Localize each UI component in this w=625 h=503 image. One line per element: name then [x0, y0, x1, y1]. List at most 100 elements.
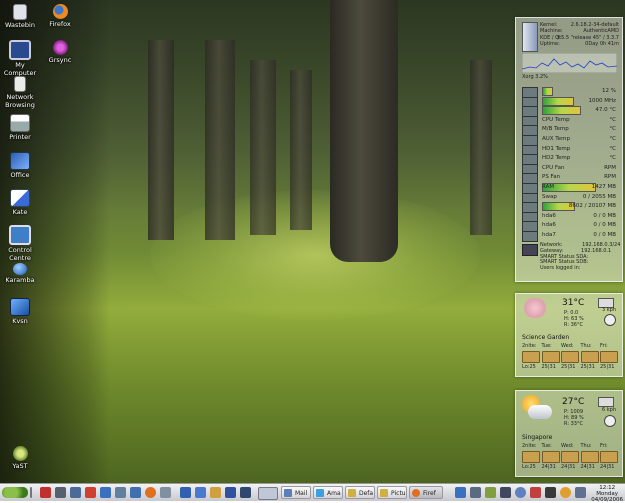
sysmon-row-value: °C	[609, 116, 616, 123]
control-centre-icon	[9, 225, 31, 245]
task-amarok[interactable]: Ama	[313, 486, 343, 499]
office-icon[interactable]	[195, 487, 206, 498]
sysmon-row-value: 47.0 °C	[595, 107, 616, 114]
sysmon-row-value: 0 / 0 MB	[593, 222, 616, 229]
weather-details: P: 0.0 H: 63 % R: 36°C	[564, 310, 584, 328]
task-mail[interactable]: Mail	[281, 486, 311, 499]
desktop-icon-karamba[interactable]: Karamba	[0, 263, 40, 284]
desktop-icon-label: YaST	[12, 462, 28, 470]
desktop-icon-my-computer[interactable]: My Computer	[0, 40, 40, 77]
desktop-icon-wastebin[interactable]: Wastebin	[0, 4, 40, 29]
desktop-icon-firefox[interactable]: Firefox	[40, 4, 80, 28]
app-launcher-icon[interactable]	[40, 487, 51, 498]
mail-icon	[284, 489, 292, 497]
home-folder-icon[interactable]	[85, 487, 96, 498]
task-firefox[interactable]: Firef	[409, 486, 443, 499]
tools-icon[interactable]	[210, 487, 221, 498]
tray-power-icon[interactable]	[530, 487, 541, 498]
sysmon-row-label: PS Fan	[542, 174, 561, 181]
network-manager-icon[interactable]	[115, 487, 126, 498]
sysmon-row: CPU Temp °C	[522, 115, 618, 127]
image-viewer-icon[interactable]	[225, 487, 236, 498]
desktop-icon-office[interactable]: Office	[0, 152, 40, 179]
firefox-icon	[52, 4, 68, 19]
clock[interactable]: 12:12 Monday 04/09/2006	[591, 485, 623, 503]
sysmon-row-value: 8602 / 20107 MB	[568, 203, 616, 210]
desktop-icon-label: Printer	[9, 133, 31, 141]
task-pictures[interactable]: Pictu	[377, 486, 407, 499]
sysmon-row-value: 0 / 2055 MB	[582, 193, 616, 200]
forecast-day: Fri:	[600, 443, 608, 449]
tray-display-icon[interactable]	[500, 487, 511, 498]
desktop-icon-control-centre[interactable]: Control Centre	[0, 225, 40, 262]
usage-bar	[542, 106, 581, 116]
help-icon[interactable]	[130, 487, 141, 498]
desktop-icon-printer[interactable]: Printer	[0, 114, 40, 141]
sysmon-row-label: Swap	[542, 193, 557, 200]
mail-icon[interactable]	[160, 487, 171, 498]
forecast-day: Thu:	[580, 343, 592, 349]
sysmon-row: hda6 0 / 0 MB	[522, 211, 618, 223]
sysmon-row-value: °C	[609, 155, 616, 162]
weather-location: Science Garden	[522, 334, 570, 341]
server-icon	[522, 22, 538, 52]
sysmon-row-label: RAM	[542, 184, 555, 190]
sysmon-row: 1000 MHz	[522, 96, 618, 108]
desktop-icon-label: Grsync	[48, 56, 72, 64]
sysmon-row-value: 1427 MB	[591, 184, 616, 190]
taskbar[interactable]: Mail Ama Defa Pictu Firef 12:12 Monday 0…	[0, 483, 625, 503]
top-process-label: Xorg 3.2%	[522, 74, 548, 80]
sysmon-row: hda7 0 / 0 MB	[522, 231, 618, 242]
desktop-icon[interactable]	[70, 487, 81, 498]
sysmon-row: HD2 Temp °C	[522, 154, 618, 166]
printer-icon	[10, 114, 30, 132]
sysmon-row-value: °C	[609, 136, 616, 142]
desktop-icon-kate[interactable]: Kate	[0, 189, 40, 216]
forecast-condition-icon	[561, 351, 579, 363]
screen-icon[interactable]	[240, 487, 251, 498]
grsync-icon	[52, 40, 68, 55]
task-default[interactable]: Defa	[345, 486, 375, 499]
forecast-day: Wed:	[561, 343, 574, 349]
desktop-icon-label: Network Browsing	[5, 93, 35, 109]
editor-icon[interactable]	[180, 487, 191, 498]
terminal-icon[interactable]	[55, 487, 66, 498]
desktop-icon-kvsn[interactable]: Kvsn	[0, 298, 40, 325]
weather-panel-science-garden[interactable]: 31°C P: 0.0 H: 63 % R: 36°C 3 kph Science …	[515, 293, 623, 377]
forecast-range: 25|31	[561, 364, 576, 370]
karamba-icon	[13, 263, 27, 275]
firefox-icon[interactable]	[145, 487, 156, 498]
sysmon-row-value: RPM	[604, 174, 616, 181]
sysmon-row: AUX Temp °C	[522, 135, 618, 146]
weather-panel-singapore[interactable]: 27°C P: 1009 H: 89 % R: 33°C 6 kph Singapo…	[515, 390, 623, 477]
weather-forecast: 2nite: Lo:25 Tue: 24|31 Wed: 24|31 Thu: 24|31 Fr…	[520, 443, 620, 473]
forecast-condition-icon	[541, 451, 560, 463]
weather-refresh-icon[interactable]	[598, 397, 614, 407]
tray-weather-icon[interactable]	[560, 487, 571, 498]
tray-volume-icon[interactable]	[575, 487, 586, 498]
forecast-range: Lo:25	[522, 364, 536, 370]
forecast-range: 25|31	[580, 364, 595, 370]
desktop-icon-yast[interactable]: YaST	[0, 446, 40, 470]
forecast-condition-icon	[600, 451, 618, 463]
desktop-icon-label: Karamba	[5, 276, 35, 284]
tray-network-icon[interactable]	[455, 487, 466, 498]
tray-updater-icon[interactable]	[485, 487, 496, 498]
tray-audio-icon[interactable]	[515, 487, 526, 498]
weather-forecast: 2nite: Lo:25 Tue: 25|31 Wed: 25|31 Thu: 25|31 Fr…	[520, 343, 620, 373]
forecast-day: Fri:	[600, 343, 608, 349]
konqueror-icon[interactable]	[100, 487, 111, 498]
sysmon-row-label: AUX Temp	[542, 136, 570, 142]
wind-compass-icon	[604, 415, 616, 427]
system-monitor-panel[interactable]: Kernel: Machine: KDE / Qt: Uptime: 2.6.1…	[515, 17, 623, 282]
sysmon-row: 8602 / 20107 MB	[522, 202, 618, 214]
sysmon-row-value: 1000 MHz	[588, 97, 616, 104]
wind-speed: 6 kph	[601, 407, 616, 413]
pager[interactable]	[258, 487, 278, 500]
tray-clipboard-icon[interactable]	[470, 487, 481, 498]
start-menu-button[interactable]	[2, 487, 28, 498]
tray-keyboard-icon[interactable]	[545, 487, 556, 498]
sysmon-row-label: CPU Fan	[542, 164, 565, 171]
desktop-icon-network-browsing[interactable]: Network Browsing	[0, 76, 40, 109]
desktop-icon-grsync[interactable]: Grsync	[40, 40, 80, 64]
